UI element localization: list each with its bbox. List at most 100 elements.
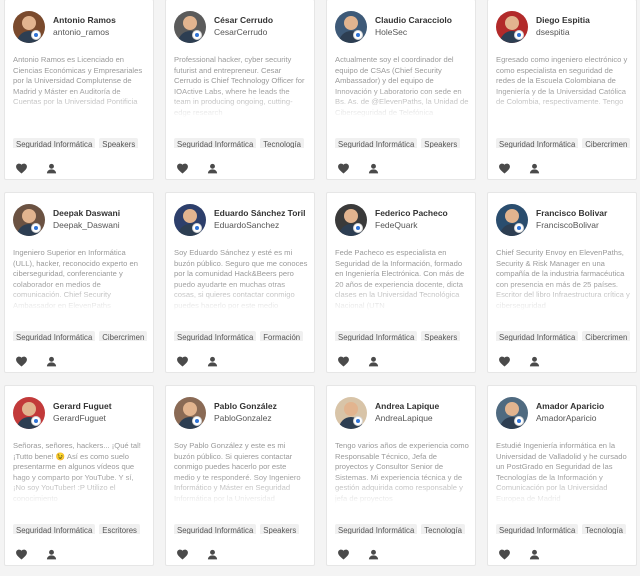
speaker-name[interactable]: Claudio Caracciolo: [375, 15, 473, 25]
speaker-name[interactable]: Federico Pacheco: [375, 208, 473, 218]
avatar[interactable]: [174, 11, 206, 43]
card-actions: [15, 548, 75, 562]
category-tag[interactable]: Speakers: [421, 138, 461, 148]
category-tag[interactable]: Seguridad Informática: [335, 138, 418, 148]
speaker-handle[interactable]: PabloGonzalez: [214, 413, 312, 423]
card-actions: [498, 355, 558, 369]
speaker-card[interactable]: Claudio Caracciolo HoleSec Actualmente soy…: [326, 0, 476, 180]
heart-icon[interactable]: [498, 355, 511, 368]
category-tag[interactable]: Escritores: [99, 524, 140, 534]
speaker-handle[interactable]: dsespitia: [536, 27, 634, 37]
speaker-handle[interactable]: antonio_ramos: [53, 27, 151, 37]
category-tag[interactable]: Seguridad Informática: [496, 331, 579, 341]
user-icon[interactable]: [528, 355, 541, 368]
speaker-bio: Estudié Ingeniería informática en la Uni…: [496, 441, 627, 503]
speaker-handle[interactable]: HoleSec: [375, 27, 473, 37]
speaker-handle[interactable]: AndreaLapique: [375, 413, 473, 423]
user-icon[interactable]: [528, 548, 541, 561]
speaker-name[interactable]: Gerard Fuguet: [53, 401, 151, 411]
speaker-handle[interactable]: CesarCerrudo: [214, 27, 312, 37]
speaker-card[interactable]: César Cerrudo CesarCerrudo Professional ha…: [165, 0, 315, 180]
speaker-name[interactable]: Antonio Ramos: [53, 15, 151, 25]
category-tag[interactable]: Cibercrimen: [99, 331, 148, 341]
avatar[interactable]: [13, 11, 45, 43]
speaker-name[interactable]: Francisco Bolivar: [536, 208, 634, 218]
speaker-name[interactable]: Andrea Lapique: [375, 401, 473, 411]
user-icon[interactable]: [45, 548, 58, 561]
avatar[interactable]: [496, 204, 528, 236]
user-icon[interactable]: [206, 548, 219, 561]
speaker-card[interactable]: Antonio Ramos antonio_ramos Antonio Ramos …: [4, 0, 154, 180]
category-tag[interactable]: Seguridad Informática: [174, 524, 257, 534]
category-tag[interactable]: Speakers: [99, 138, 139, 148]
speaker-card[interactable]: Deepak Daswani Deepak_Daswani Ingeniero Su…: [4, 192, 154, 373]
user-icon[interactable]: [528, 162, 541, 175]
category-tag[interactable]: Seguridad Informática: [174, 138, 257, 148]
speaker-handle[interactable]: GerardFuguet: [53, 413, 151, 423]
category-tag[interactable]: Seguridad Informática: [13, 524, 96, 534]
category-tag[interactable]: Seguridad Informática: [496, 138, 579, 148]
speaker-handle[interactable]: EduardoSanchez: [214, 220, 312, 230]
heart-icon[interactable]: [176, 162, 189, 175]
speaker-name[interactable]: Deepak Daswani: [53, 208, 151, 218]
speaker-card[interactable]: Pablo González PabloGonzalez Soy Pablo Gon…: [165, 385, 315, 566]
speaker-handle[interactable]: FranciscoBolivar: [536, 220, 634, 230]
avatar[interactable]: [496, 397, 528, 429]
avatar[interactable]: [174, 397, 206, 429]
speaker-name[interactable]: Eduardo Sánchez Toril: [214, 208, 312, 218]
user-icon[interactable]: [367, 548, 380, 561]
speaker-card[interactable]: Diego Espitia dsespitia Egresado como inge…: [487, 0, 637, 180]
heart-icon[interactable]: [176, 355, 189, 368]
speaker-name[interactable]: Diego Espitia: [536, 15, 634, 25]
category-tag[interactable]: Speakers: [260, 524, 300, 534]
category-tag[interactable]: Seguridad Informática: [335, 524, 418, 534]
speaker-name[interactable]: Amador Aparicio: [536, 401, 634, 411]
heart-icon[interactable]: [15, 548, 28, 561]
category-tag[interactable]: Tecnología: [582, 524, 626, 534]
heart-icon[interactable]: [337, 548, 350, 561]
heart-icon[interactable]: [337, 162, 350, 175]
speaker-card[interactable]: Eduardo Sánchez Toril EduardoSanchez Soy E…: [165, 192, 315, 373]
avatar[interactable]: [174, 204, 206, 236]
speaker-card[interactable]: Andrea Lapique AndreaLapique Tengo varios …: [326, 385, 476, 566]
heart-icon[interactable]: [337, 355, 350, 368]
speaker-card[interactable]: Gerard Fuguet GerardFuguet Señoras, señore…: [4, 385, 154, 566]
speaker-card[interactable]: Amador Aparicio AmadorAparicio Estudié Ing…: [487, 385, 637, 566]
speaker-handle[interactable]: AmadorAparicio: [536, 413, 634, 423]
speaker-name[interactable]: Pablo González: [214, 401, 312, 411]
user-icon[interactable]: [367, 355, 380, 368]
avatar[interactable]: [496, 11, 528, 43]
category-tag[interactable]: Speakers: [421, 331, 461, 341]
avatar[interactable]: [13, 397, 45, 429]
user-icon[interactable]: [45, 162, 58, 175]
user-icon[interactable]: [206, 355, 219, 368]
avatar[interactable]: [335, 397, 367, 429]
speaker-handle[interactable]: FedeQuark: [375, 220, 473, 230]
category-tag[interactable]: Seguridad Informática: [335, 331, 418, 341]
category-tag[interactable]: Tecnología: [421, 524, 465, 534]
verified-badge-icon: [514, 223, 524, 233]
heart-icon[interactable]: [498, 162, 511, 175]
heart-icon[interactable]: [15, 355, 28, 368]
heart-icon[interactable]: [15, 162, 28, 175]
category-tag[interactable]: Seguridad Informática: [496, 524, 579, 534]
category-tag[interactable]: Seguridad Informática: [13, 138, 96, 148]
speaker-name[interactable]: César Cerrudo: [214, 15, 312, 25]
category-tag[interactable]: Seguridad Informática: [174, 331, 257, 341]
category-tag[interactable]: Cibercrimen: [582, 331, 631, 341]
heart-icon[interactable]: [176, 548, 189, 561]
user-icon[interactable]: [45, 355, 58, 368]
speaker-card[interactable]: Francisco Bolivar FranciscoBolivar Chief S…: [487, 192, 637, 373]
avatar[interactable]: [13, 204, 45, 236]
heart-icon[interactable]: [498, 548, 511, 561]
user-icon[interactable]: [367, 162, 380, 175]
avatar[interactable]: [335, 11, 367, 43]
speaker-card[interactable]: Federico Pacheco FedeQuark Fede Pacheco es…: [326, 192, 476, 373]
category-tag[interactable]: Seguridad Informática: [13, 331, 96, 341]
category-tag[interactable]: Tecnología: [260, 138, 304, 148]
category-tag[interactable]: Cibercrimen: [582, 138, 631, 148]
user-icon[interactable]: [206, 162, 219, 175]
speaker-handle[interactable]: Deepak_Daswani: [53, 220, 151, 230]
category-tag[interactable]: Formación: [260, 331, 304, 341]
avatar[interactable]: [335, 204, 367, 236]
